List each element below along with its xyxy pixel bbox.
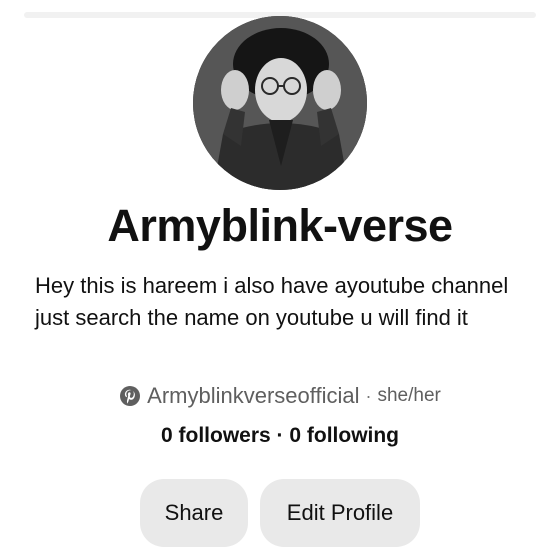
share-button[interactable]: Share bbox=[140, 479, 248, 547]
profile-actions: Share Edit Profile bbox=[0, 479, 560, 547]
pinterest-logo-icon bbox=[119, 385, 141, 407]
meta-separator: · bbox=[365, 385, 372, 406]
stats-separator: · bbox=[270, 424, 290, 447]
following-count[interactable]: 0 following bbox=[289, 424, 399, 447]
edit-profile-button[interactable]: Edit Profile bbox=[260, 479, 420, 547]
profile-pronouns: she/her bbox=[377, 385, 441, 406]
profile-bio: Hey this is hareem i also have ayoutube … bbox=[35, 273, 509, 330]
avatar[interactable] bbox=[193, 16, 367, 190]
profile-username[interactable]: Armyblinkverseofficial bbox=[147, 383, 359, 409]
profile-display-name: Armyblink-verse bbox=[107, 200, 453, 251]
avatar-image bbox=[193, 16, 367, 190]
follow-stats: 0 followers · 0 following bbox=[0, 424, 560, 448]
followers-count[interactable]: 0 followers bbox=[161, 424, 271, 447]
profile-meta-row: Armyblinkverseofficial · she/her bbox=[0, 380, 560, 412]
